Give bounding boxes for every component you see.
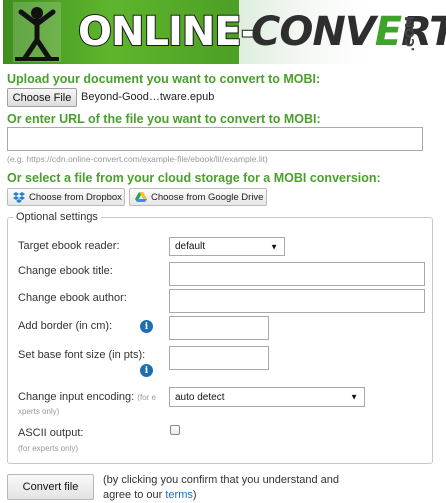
border-input[interactable] — [169, 316, 269, 340]
url-example-hint: (e.g. https://cdn.online-convert.com/exa… — [7, 154, 268, 164]
google-drive-button[interactable]: Choose from Google Drive — [129, 188, 267, 206]
dropbox-button-label: Choose from Dropbox — [29, 191, 122, 203]
google-drive-button-label: Choose from Google Drive — [151, 191, 264, 203]
convert-file-button[interactable]: Convert file — [7, 474, 94, 500]
encoding-select[interactable]: auto detect ▼ — [169, 387, 365, 407]
encoding-value: auto detect — [175, 391, 225, 403]
ebook-title-input[interactable] — [169, 262, 425, 286]
url-input[interactable] — [7, 127, 423, 151]
url-title: Or enter URL of the file you want to con… — [7, 112, 321, 126]
terms-link[interactable]: terms — [165, 489, 193, 501]
encoding-hint-part: (for e — [137, 393, 156, 402]
person-logo-icon — [13, 2, 61, 62]
confirm-text-end: ) — [192, 489, 197, 501]
border-info-icon[interactable]: i — [140, 320, 153, 333]
choose-file-button[interactable]: Choose File — [7, 88, 77, 107]
cloud-title: Or select a file from your cloud storage… — [7, 171, 381, 185]
ascii-output-hint: (for experts only) — [18, 444, 79, 453]
font-size-label: Set base font size (in pts): — [18, 349, 146, 361]
ascii-output-checkbox[interactable] — [170, 425, 180, 435]
target-reader-value: default — [175, 241, 206, 252]
site-logo[interactable]: ONLINE- CONVERT .COM — [3, 0, 446, 64]
encoding-label-text: Change input encoding: — [18, 391, 135, 403]
dropbox-button[interactable]: Choose from Dropbox — [7, 188, 125, 206]
ascii-output-label: ASCII output: — [18, 427, 84, 439]
upload-title: Upload your document you want to convert… — [7, 72, 321, 86]
encoding-hint-cont: xperts only) — [18, 407, 60, 416]
logo-convert-accent: E — [374, 9, 402, 55]
font-size-input[interactable] — [169, 346, 269, 370]
logo-text-online: ONLINE- — [77, 8, 258, 56]
logo-convert-part: CONV — [251, 9, 376, 55]
optional-settings-legend: Optional settings — [13, 211, 101, 223]
border-label: Add border (in cm): — [18, 320, 113, 332]
confirm-text: (by clicking you confirm that you unders… — [103, 473, 363, 503]
confirm-text-body: (by clicking you confirm that you unders… — [103, 474, 340, 501]
target-reader-label: Target ebook reader: — [18, 240, 120, 252]
ebook-author-input[interactable] — [169, 289, 425, 313]
ebook-title-label: Change ebook title: — [18, 265, 113, 277]
font-size-info-icon[interactable]: i — [140, 364, 153, 377]
dropbox-icon — [13, 191, 25, 203]
select-arrow-icon: ▼ — [270, 242, 278, 251]
select-arrow-icon: ▼ — [350, 392, 358, 402]
logo-text-com: .COM — [403, 16, 417, 52]
encoding-label: Change input encoding: (for e — [18, 391, 156, 403]
google-drive-icon — [135, 191, 147, 202]
selected-file-name: Beyond-Good…tware.epub — [81, 91, 215, 103]
target-reader-select[interactable]: default ▼ — [169, 237, 285, 256]
ebook-author-label: Change ebook author: — [18, 292, 127, 304]
